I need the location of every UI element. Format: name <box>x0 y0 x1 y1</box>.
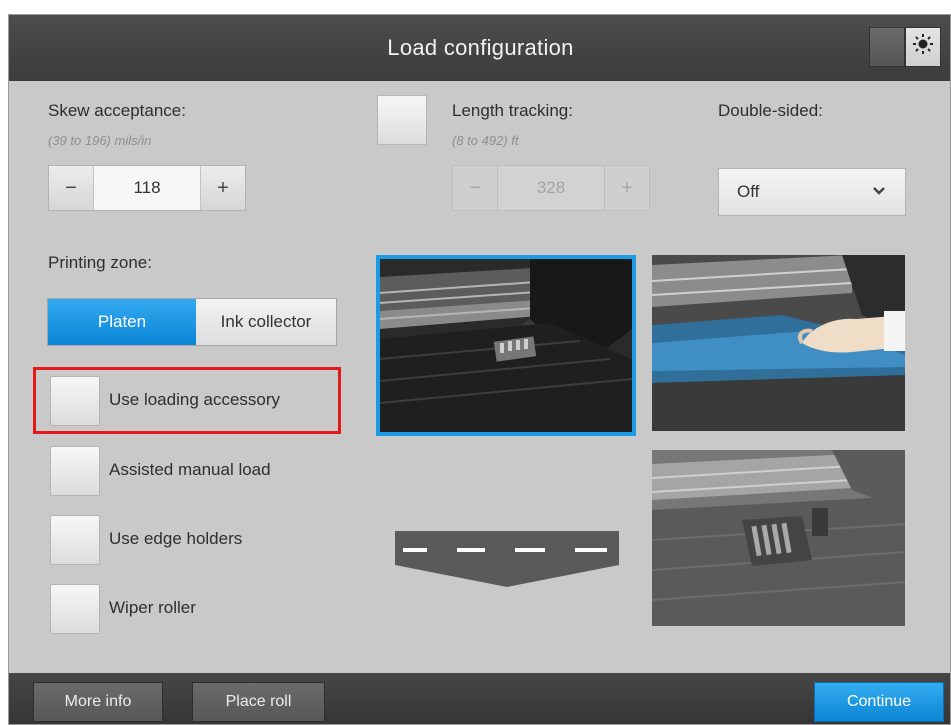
skew-acceptance-label: Skew acceptance: <box>48 101 186 120</box>
title-bar: Load configuration <box>9 15 950 81</box>
length-tracking-range: (8 to 492) ft <box>452 133 519 148</box>
wiper-roller-label: Wiper roller <box>109 598 196 617</box>
place-roll-button[interactable]: Place roll <box>192 682 325 722</box>
double-sided-label: Double-sided: <box>718 101 823 120</box>
brightness-button[interactable] <box>905 27 941 67</box>
skew-value-field[interactable]: 118 <box>93 166 201 210</box>
loading-accessory-illustration <box>652 255 905 431</box>
length-tracking-stepper: − 328 + <box>452 165 650 211</box>
printing-zone-label: Printing zone: <box>48 253 152 272</box>
load-configuration-dialog: Load configuration Skew acceptance: (39 … <box>8 14 951 725</box>
skew-increment-button[interactable]: + <box>201 166 245 210</box>
printing-zone-ink-collector[interactable]: Ink collector <box>196 299 336 345</box>
skew-decrement-button[interactable]: − <box>49 166 93 210</box>
edge-holders-illustration <box>652 450 905 626</box>
assisted-manual-load-checkbox[interactable] <box>50 446 100 496</box>
platen-illustration <box>376 255 636 436</box>
length-tracking-checkbox[interactable] <box>377 95 427 145</box>
length-decrement-button[interactable]: − <box>453 166 497 210</box>
paper-direction-diagram <box>395 531 619 587</box>
dialog-title: Load configuration <box>387 35 574 60</box>
length-value-field[interactable]: 328 <box>497 166 605 210</box>
continue-button[interactable]: Continue <box>814 682 944 722</box>
double-sided-dropdown[interactable]: Off <box>718 168 906 216</box>
footer-bar: More info Place roll Continue <box>9 673 950 724</box>
length-tracking-label: Length tracking: <box>452 101 573 120</box>
use-edge-holders-checkbox[interactable] <box>50 515 100 565</box>
use-loading-accessory-label: Use loading accessory <box>109 390 281 409</box>
titlebar-blank-button[interactable] <box>869 27 905 67</box>
more-info-button[interactable]: More info <box>33 682 163 722</box>
skew-acceptance-stepper: − 118 + <box>48 165 246 211</box>
skew-acceptance-range: (39 to 196) mils/in <box>48 133 152 148</box>
printing-zone-selector: Platen Ink collector <box>47 298 337 346</box>
assisted-manual-load-label: Assisted manual load <box>109 460 271 479</box>
wiper-roller-checkbox[interactable] <box>50 584 100 634</box>
double-sided-value: Off <box>737 182 760 201</box>
use-loading-accessory-checkbox[interactable] <box>50 376 100 426</box>
chevron-down-icon <box>871 183 887 204</box>
printing-zone-platen[interactable]: Platen <box>48 299 196 345</box>
length-increment-button[interactable]: + <box>605 166 649 210</box>
sun-icon <box>912 33 934 61</box>
use-edge-holders-label: Use edge holders <box>109 529 243 548</box>
